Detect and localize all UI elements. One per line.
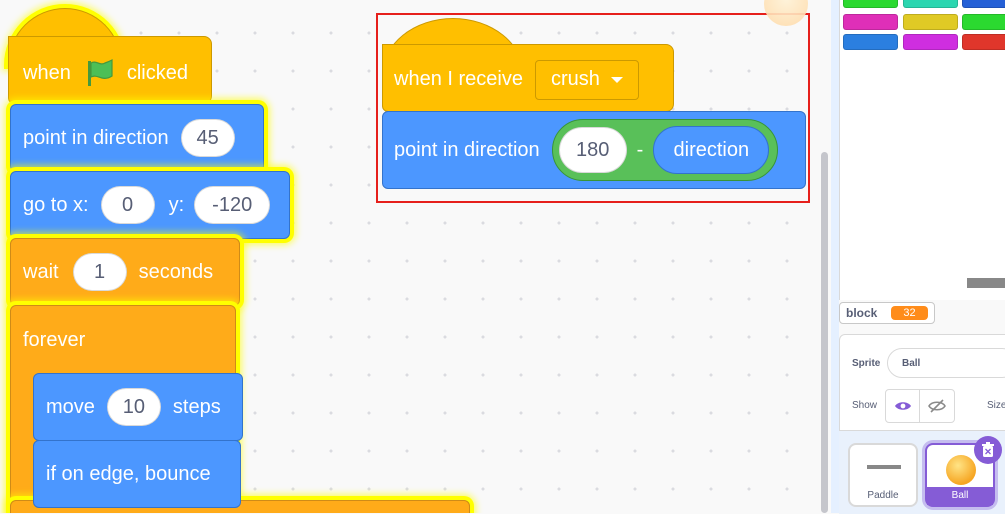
variable-monitor[interactable]: block 32 [839,302,935,324]
brick [903,34,958,50]
sprite-info-pane: Sprite Ball Show Size [839,334,1005,432]
when-label: when [23,61,71,84]
x-input[interactable]: 0 [100,186,155,224]
code-area[interactable]: when clicked point in direction 45 go to… [0,0,822,513]
brick [843,14,898,30]
show-label: Show [852,400,878,411]
monitor-value: 32 [891,306,928,320]
goto-y-label: y: [168,193,185,216]
paddle-sprite [967,278,1005,288]
sprite-label: Sprite [852,358,881,369]
steps-input[interactable]: 10 [106,388,161,426]
brick [962,34,1005,50]
sprite-name-value: Ball [902,357,921,369]
show-button[interactable] [885,389,921,423]
eye-slash-icon [928,399,946,413]
go-to-xy-block[interactable]: go to x: 0 y: -120 [10,171,290,239]
when-flag-clicked-block[interactable]: when clicked [8,36,212,104]
brick [903,0,958,8]
seconds-label: seconds [138,260,214,283]
goto-x-label: go to x: [23,193,89,216]
sprite-tile-name: Paddle [867,490,899,501]
hide-button[interactable] [919,389,955,423]
point-label: point in direction [23,126,169,149]
pane-divider [831,0,839,513]
if-on-edge-bounce-block[interactable]: if on edge, bounce [33,440,241,508]
stage[interactable] [839,0,1005,300]
direction-input[interactable]: 45 [180,119,235,157]
clicked-label: clicked [126,61,188,84]
vertical-scrollbar[interactable] [821,152,828,513]
wait-seconds-input[interactable]: 1 [72,253,127,291]
brick [843,0,898,8]
forever-label: forever [23,329,86,351]
highlight-box [376,13,810,203]
brick [843,34,898,50]
move-label: move [46,395,95,418]
paddle-thumbnail [867,465,901,469]
point-in-direction-block[interactable]: point in direction 45 [10,104,264,172]
sprite-tile-paddle[interactable]: Paddle [848,443,918,507]
steps-label: steps [172,395,221,418]
brick [962,0,1005,8]
move-steps-block[interactable]: move 10 steps [33,373,243,441]
y-input[interactable]: -120 [194,186,271,224]
sprite-name-input[interactable]: Ball [887,348,1005,378]
delete-sprite-button[interactable] [974,436,1002,464]
monitor-name: block [846,306,878,320]
green-flag-icon [85,58,115,88]
brick [903,14,958,30]
trash-icon [981,442,995,458]
eye-icon [894,400,912,412]
wait-label: wait [23,260,59,283]
wait-block[interactable]: wait 1 seconds [10,238,240,306]
size-label: Size [987,400,1005,411]
sprite-tile-name: Ball [927,487,993,505]
bounce-label: if on edge, bounce [46,462,211,485]
ball-thumbnail [946,455,976,485]
brick [962,14,1005,30]
